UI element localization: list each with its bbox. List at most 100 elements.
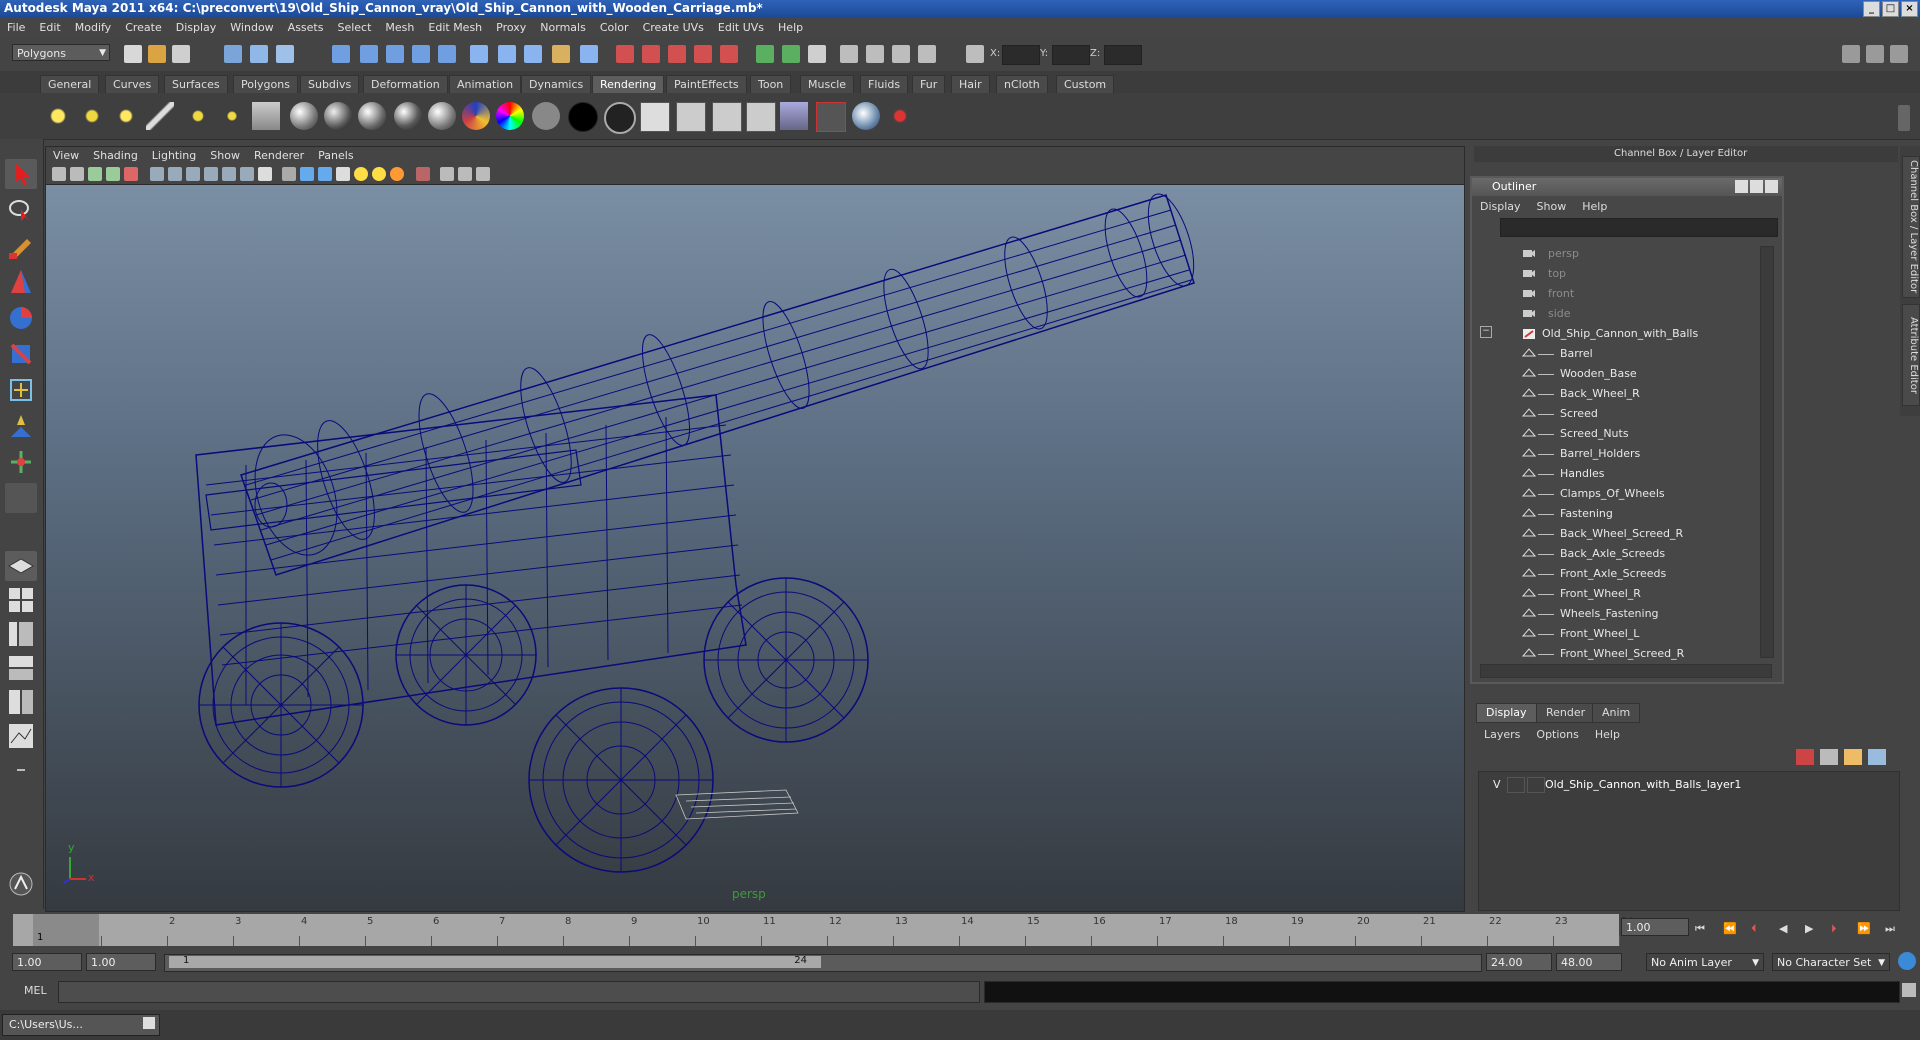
- camera-attributes-icon[interactable]: [70, 167, 84, 181]
- list-item[interactable]: Front_Wheel_R: [1478, 584, 1772, 604]
- lock-icon[interactable]: [552, 45, 570, 63]
- outliner-vertical-scrollbar[interactable]: [1760, 246, 1774, 658]
- perspective-view[interactable]: y x persp: [46, 185, 1464, 911]
- show-manipulator-icon[interactable]: [5, 447, 37, 477]
- step-forward-key-icon[interactable]: ⏵: [1831, 922, 1837, 936]
- menu-set-dropdown[interactable]: Polygons ▼: [12, 44, 110, 61]
- outliner-filter-field[interactable]: [1500, 218, 1778, 237]
- hypershade-shelf-icon[interactable]: [780, 102, 808, 130]
- single-pane-layout-icon[interactable]: [5, 551, 37, 581]
- step-back-icon[interactable]: ⏪: [1723, 922, 1737, 935]
- menu-create-uvs[interactable]: Create UVs: [636, 21, 711, 34]
- minimize-button[interactable]: _: [1863, 1, 1880, 17]
- shelf-tab-painteffects[interactable]: PaintEffects: [666, 75, 747, 93]
- select-hierarchy-icon[interactable]: [224, 45, 242, 63]
- shelf-tab-deformation[interactable]: Deformation: [363, 75, 448, 93]
- outliner-titlebar[interactable]: Outliner: [1472, 178, 1782, 196]
- persp-graph-layout-icon[interactable]: [5, 653, 37, 683]
- render-current-frame-icon[interactable]: [640, 102, 670, 132]
- outliner-menu-help[interactable]: Help: [1574, 200, 1615, 213]
- outliner-menu-display[interactable]: Display: [1472, 200, 1529, 213]
- bookmark-icon[interactable]: [88, 167, 102, 181]
- tool-settings-toggle-icon[interactable]: [1866, 45, 1884, 63]
- scale-tool-icon[interactable]: [5, 339, 37, 369]
- outliner-root-item[interactable]: − Old_Ship_Cannon_with_Balls: [1478, 324, 1772, 344]
- smooth-shade-icon[interactable]: [300, 167, 314, 181]
- playback-end-field[interactable]: 24.00: [1486, 953, 1552, 971]
- render-region-icon[interactable]: [746, 102, 776, 132]
- outliner-horizontal-scrollbar[interactable]: [1480, 664, 1772, 678]
- menu-modify[interactable]: Modify: [68, 21, 118, 34]
- layer-menu-layers[interactable]: Layers: [1476, 728, 1528, 741]
- new-layer-icon[interactable]: [1796, 749, 1814, 765]
- render-settings-icon[interactable]: [668, 45, 686, 63]
- grid-icon[interactable]: [150, 167, 164, 181]
- menu-assets[interactable]: Assets: [281, 21, 331, 34]
- list-item[interactable]: Screed_Nuts: [1478, 424, 1772, 444]
- point-light-icon[interactable]: [112, 102, 140, 130]
- list-item[interactable]: Barrel_Holders: [1478, 444, 1772, 464]
- four-pane-layout-icon[interactable]: [5, 585, 37, 615]
- menu-mesh[interactable]: Mesh: [378, 21, 421, 34]
- layout-options-icon[interactable]: [5, 755, 37, 785]
- viewport-menu-panels[interactable]: Panels: [311, 149, 360, 162]
- help-line-icon[interactable]: [524, 45, 542, 63]
- snap-grid-icon[interactable]: [332, 45, 350, 63]
- animation-end-field[interactable]: 48.00: [1556, 953, 1622, 971]
- shelf-tab-custom[interactable]: Custom: [1056, 75, 1115, 93]
- shelf-tab-fur[interactable]: Fur: [912, 75, 946, 93]
- textured-icon[interactable]: [336, 167, 350, 181]
- range-slider-handle[interactable]: 1 24: [169, 955, 821, 968]
- list-item[interactable]: Handles: [1478, 464, 1772, 484]
- menu-file[interactable]: File: [0, 21, 32, 34]
- list-item[interactable]: Back_Wheel_Screed_R: [1478, 524, 1772, 544]
- viewport-menu-renderer[interactable]: Renderer: [247, 149, 311, 162]
- list-item[interactable]: Wooden_Base: [1478, 364, 1772, 384]
- list-item[interactable]: Front_Wheel_Screed_R: [1478, 644, 1772, 662]
- graph-editor-icon[interactable]: [756, 45, 774, 63]
- dope-sheet-icon[interactable]: [782, 45, 800, 63]
- selection-mask-icon[interactable]: [580, 45, 598, 63]
- absolute-transform-icon[interactable]: [966, 45, 984, 63]
- viewport-menu-show[interactable]: Show: [203, 149, 247, 162]
- play-forward-icon[interactable]: ▶: [1805, 922, 1813, 935]
- snap-curve-icon[interactable]: [360, 45, 378, 63]
- area-light-icon[interactable]: [184, 102, 212, 130]
- field-chart-icon[interactable]: [222, 167, 236, 181]
- camera-create-icon[interactable]: [252, 102, 280, 130]
- play-back-icon[interactable]: ◀: [1779, 922, 1787, 935]
- layer-row[interactable]: V Old_Ship_Cannon_with_Balls_layer1: [1479, 776, 1897, 794]
- input-ops-icon[interactable]: [498, 45, 516, 63]
- render-layer-icon[interactable]: [816, 102, 846, 132]
- history-icon[interactable]: [470, 45, 488, 63]
- list-item[interactable]: persp: [1478, 244, 1772, 264]
- camera-icon[interactable]: [840, 45, 858, 63]
- shelf-tab-animation[interactable]: Animation: [449, 75, 522, 93]
- range-slider-track[interactable]: 1 24: [164, 954, 1482, 972]
- minimized-window-close-icon[interactable]: [143, 1017, 155, 1029]
- film-gate-icon[interactable]: [168, 167, 182, 181]
- step-forward-icon[interactable]: ⏩: [1857, 922, 1871, 935]
- ramp-shader-icon[interactable]: [462, 102, 490, 130]
- wireframe-icon[interactable]: [282, 167, 296, 181]
- empty-layer-icon[interactable]: [1844, 749, 1862, 765]
- z-field[interactable]: [1104, 45, 1142, 65]
- directional-light-icon[interactable]: [78, 102, 106, 130]
- menu-window[interactable]: Window: [223, 21, 280, 34]
- use-all-lights-icon[interactable]: [372, 167, 386, 181]
- y-field[interactable]: [1052, 45, 1090, 65]
- tool-settings-icon[interactable]: [918, 45, 936, 63]
- shelf-tab-muscle[interactable]: Muscle: [800, 75, 855, 93]
- ipr-icon[interactable]: [676, 102, 706, 132]
- two-d-pan-icon[interactable]: [124, 167, 138, 181]
- layer-from-selected-icon[interactable]: [1820, 749, 1838, 765]
- viewport-menu-lighting[interactable]: Lighting: [145, 149, 203, 162]
- shelf-tab-hair[interactable]: Hair: [951, 75, 990, 93]
- phong-icon[interactable]: [358, 102, 386, 130]
- script-editor-icon[interactable]: [5, 869, 37, 899]
- list-item[interactable]: Clamps_Of_Wheels: [1478, 484, 1772, 504]
- xray-icon[interactable]: [416, 167, 430, 181]
- channel-box-toggle-icon[interactable]: [1890, 45, 1908, 63]
- manipulator-tool-icon[interactable]: [5, 375, 37, 405]
- hud-icon[interactable]: [458, 167, 472, 181]
